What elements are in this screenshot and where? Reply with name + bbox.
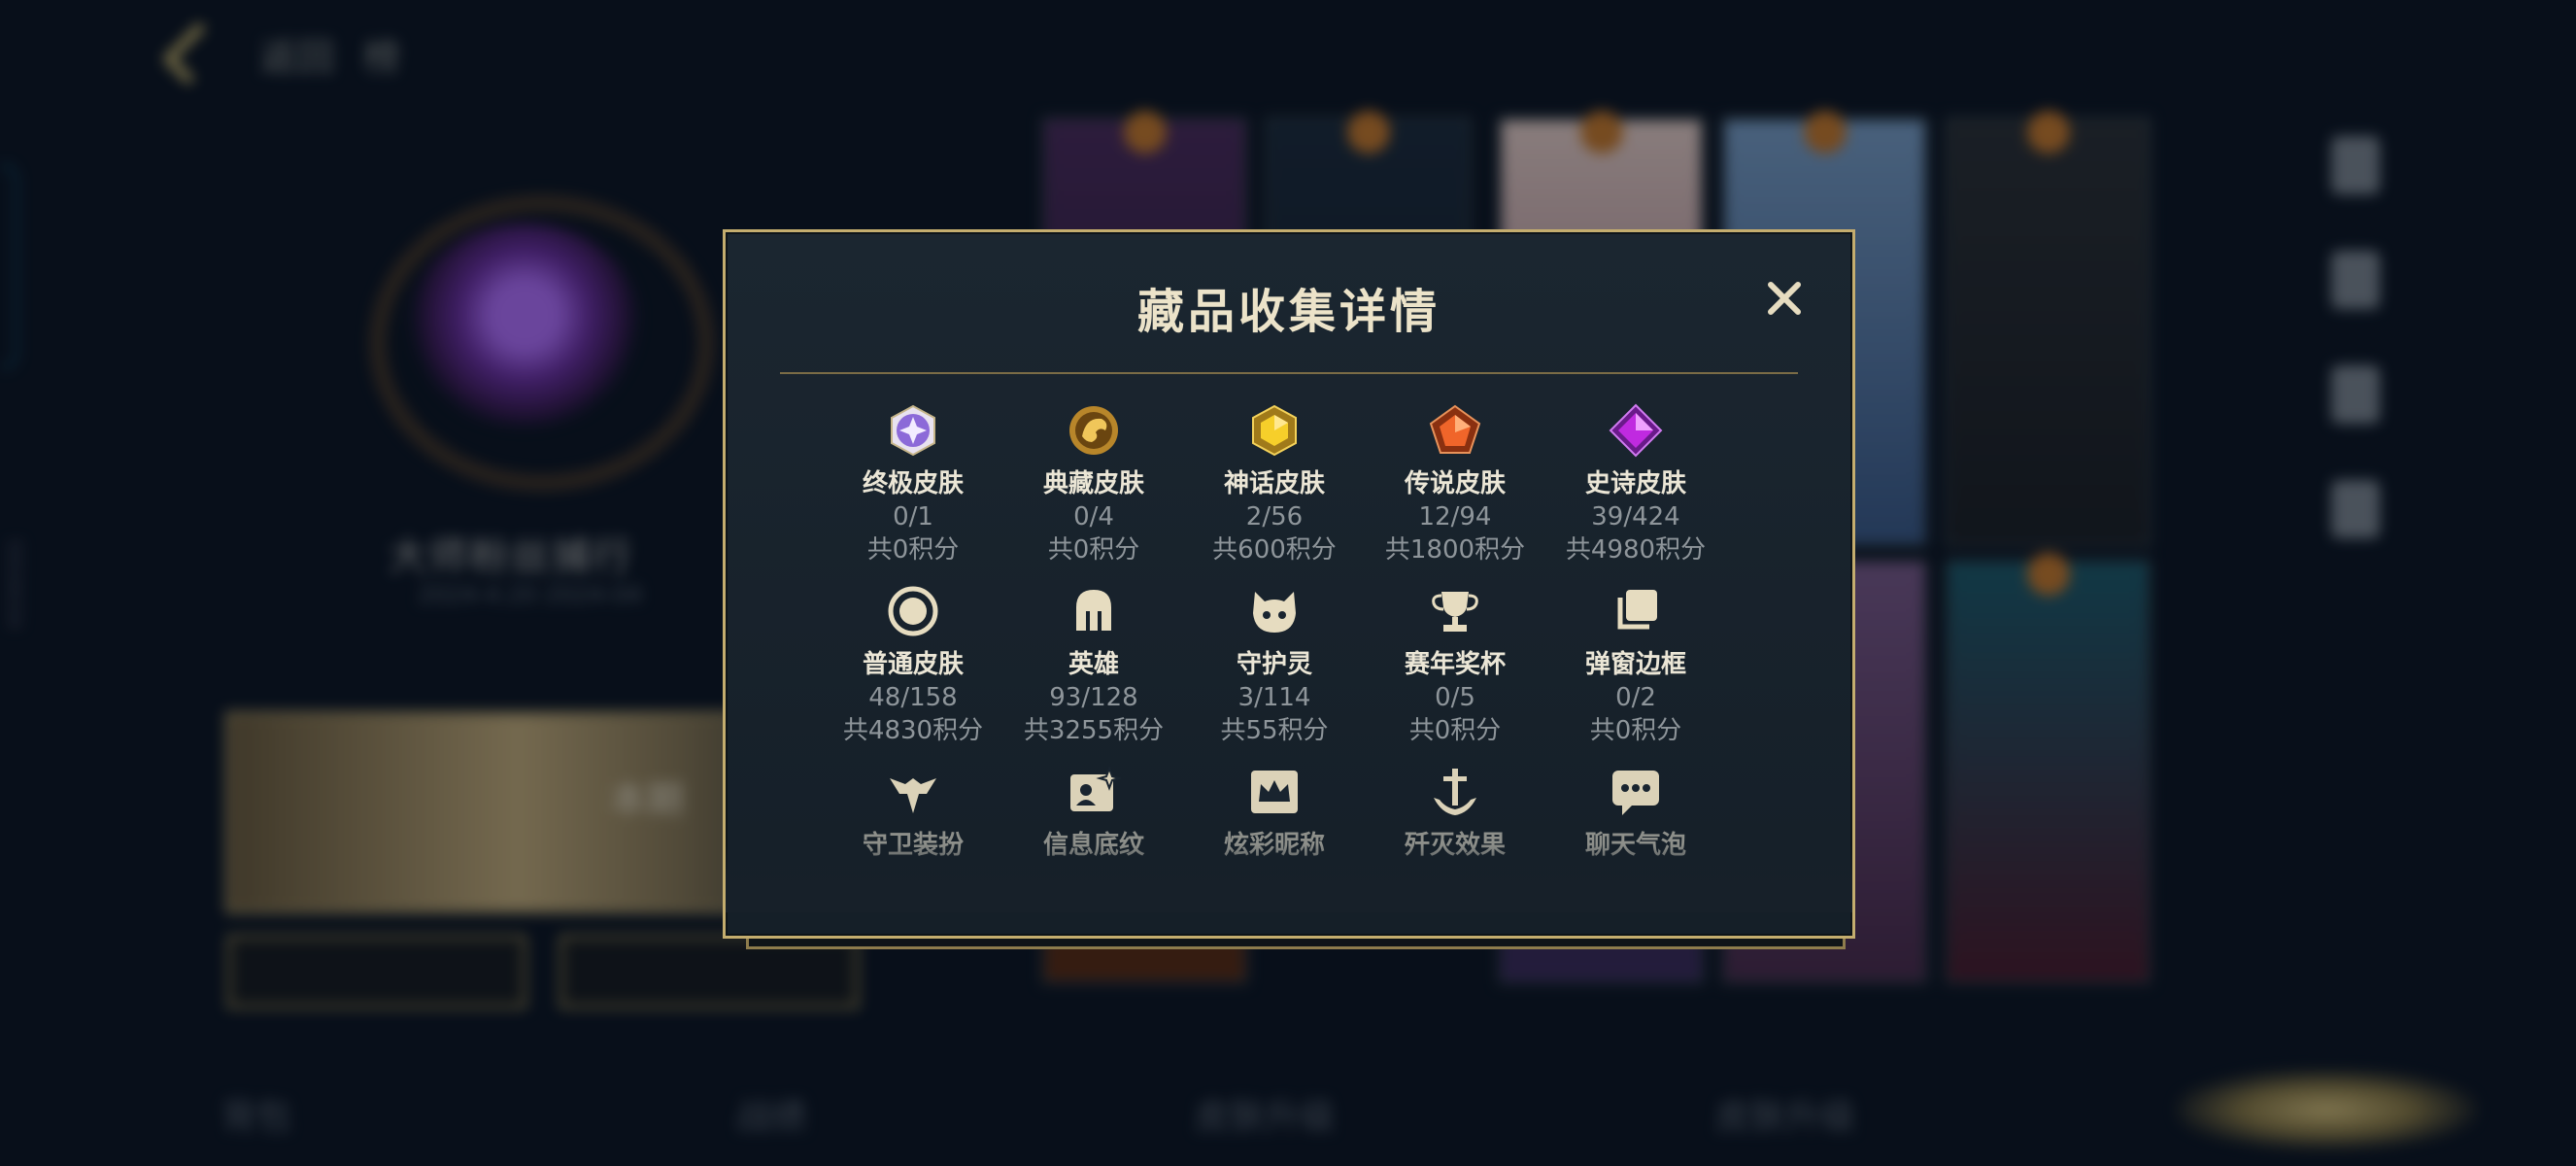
item-count: 3/114 xyxy=(1237,683,1311,712)
title-divider xyxy=(780,372,1798,374)
item-points: 共600积分 xyxy=(1212,535,1337,565)
item-name: 典藏皮肤 xyxy=(1042,469,1144,498)
collection-item-guardian-spirit[interactable]: 守护灵 3/114 共55积分 xyxy=(1184,584,1365,765)
legendary-skin-icon xyxy=(1429,404,1481,454)
close-x-icon[interactable] xyxy=(1765,279,1804,318)
item-points: 共1800积分 xyxy=(1384,535,1526,565)
item-name: 神话皮肤 xyxy=(1223,469,1325,498)
item-name: 普通皮肤 xyxy=(862,650,964,679)
item-points: 共0积分 xyxy=(866,535,960,565)
item-points: 共0积分 xyxy=(1047,535,1140,565)
info-card-icon xyxy=(1070,766,1121,811)
mythic-skin-icon xyxy=(1252,404,1297,457)
item-points: 共4980积分 xyxy=(1565,535,1707,565)
guardian-spirit-icon xyxy=(1253,592,1296,633)
item-count: 39/424 xyxy=(1591,502,1680,532)
item-points: 共0积分 xyxy=(1589,716,1682,745)
item-count: 93/128 xyxy=(1049,683,1138,712)
guardian-outfit-icon xyxy=(890,778,936,813)
item-points: 共0积分 xyxy=(1408,716,1502,745)
item-count: 0/1 xyxy=(893,502,933,532)
collection-item-normal[interactable]: 普通皮肤 48/158 共4830积分 xyxy=(823,584,1003,765)
collection-item-mythic[interactable]: 神话皮肤 2/56 共600积分 xyxy=(1184,403,1365,584)
item-count: 12/94 xyxy=(1418,502,1492,532)
collection-item-frames[interactable]: 弹窗边框 0/2 共0积分 xyxy=(1545,584,1726,765)
collection-item-ultimate[interactable]: 终极皮肤 0/1 共0积分 xyxy=(823,403,1003,584)
dialog-title: 藏品收集详情 xyxy=(1136,285,1441,339)
collection-details-dialog: 藏品收集详情 终极皮肤 0/1 共0积分 典藏皮肤 0/4 共0积分 神话皮肤 … xyxy=(723,229,1855,939)
helmet-hero-icon xyxy=(1076,590,1111,631)
annihilation-effect-icon xyxy=(1434,769,1476,815)
item-points: 共3255积分 xyxy=(1023,716,1165,745)
normal-skin-icon xyxy=(888,586,938,636)
item-name: 史诗皮肤 xyxy=(1584,469,1686,498)
frames-icon xyxy=(1617,590,1657,630)
collection-item-hero[interactable]: 英雄 93/128 共3255积分 xyxy=(1003,584,1184,765)
item-points: 共55积分 xyxy=(1220,716,1329,745)
item-count: 0/4 xyxy=(1073,502,1114,532)
chat-bubble-icon xyxy=(1612,771,1659,815)
item-points: 共4830积分 xyxy=(842,716,984,745)
item-name: 英雄 xyxy=(1068,650,1119,679)
item-count: 0/2 xyxy=(1615,683,1656,712)
ultimate-skin-icon xyxy=(891,404,935,457)
item-name: 弹窗边框 xyxy=(1584,650,1686,679)
item-count: 0/5 xyxy=(1435,683,1475,712)
item-count: 2/56 xyxy=(1245,502,1304,532)
item-count: 48/158 xyxy=(868,683,958,712)
collection-item-trophy[interactable]: 赛年奖杯 0/5 共0积分 xyxy=(1365,584,1545,765)
collection-item-epic[interactable]: 史诗皮肤 39/424 共4980积分 xyxy=(1545,403,1726,584)
trophy-icon xyxy=(1432,592,1478,632)
scroll-fade-mask xyxy=(726,844,1852,912)
collector-skin-icon xyxy=(1069,406,1118,455)
item-name: 赛年奖杯 xyxy=(1404,650,1506,679)
item-name: 守护灵 xyxy=(1236,650,1312,679)
collection-item-collector[interactable]: 典藏皮肤 0/4 共0积分 xyxy=(1003,403,1184,584)
colorful-name-icon xyxy=(1251,771,1298,813)
item-name: 传说皮肤 xyxy=(1404,469,1506,498)
epic-skin-icon xyxy=(1609,403,1663,458)
item-name: 终极皮肤 xyxy=(862,469,964,498)
collection-item-legendary[interactable]: 传说皮肤 12/94 共1800积分 xyxy=(1365,403,1545,584)
